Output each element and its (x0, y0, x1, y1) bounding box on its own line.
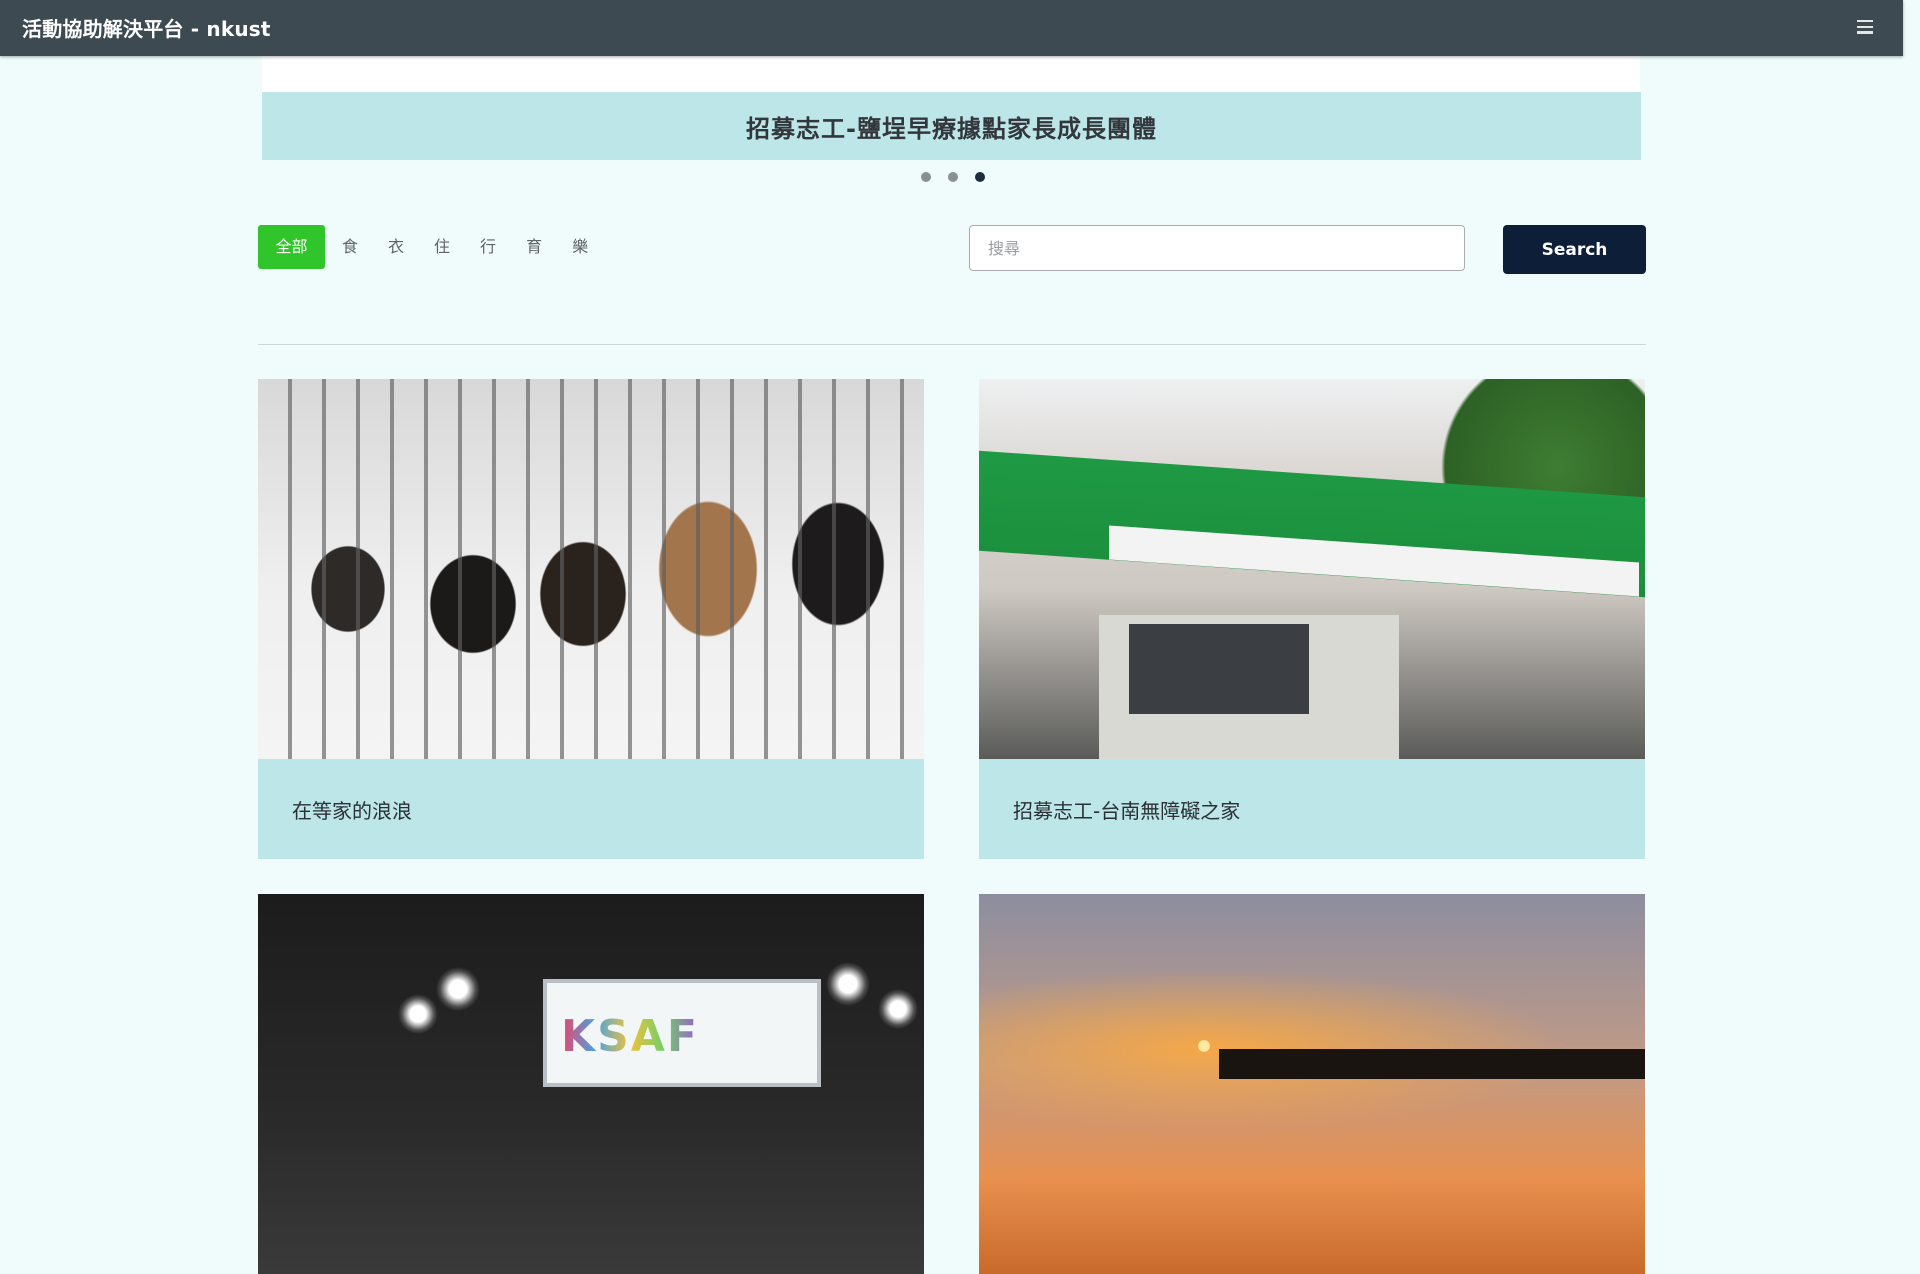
tab-housing[interactable]: 住 (419, 225, 465, 269)
tab-education[interactable]: 育 (511, 225, 557, 269)
card-image-stage: KSAF (258, 894, 924, 1274)
brand-title[interactable]: 活動協助解決平台 - nkust (22, 13, 271, 42)
card-body: 招募志工-台南無障礙之家 (979, 759, 1645, 859)
tab-all[interactable]: 全部 (258, 225, 325, 269)
search-input[interactable] (969, 225, 1465, 271)
search-button[interactable]: Search (1503, 225, 1646, 274)
tab-transport[interactable]: 行 (465, 225, 511, 269)
carousel-dot-3[interactable] (975, 172, 985, 182)
tab-food[interactable]: 食 (327, 225, 373, 269)
card-body: 在等家的浪浪 (258, 759, 924, 859)
activity-card[interactable]: 在等家的浪浪 (258, 379, 924, 859)
card-title: 招募志工-台南無障礙之家 (1013, 798, 1241, 823)
activity-card[interactable]: KSAF (258, 894, 924, 1274)
activity-card[interactable]: 招募志工-台南無障礙之家 (979, 379, 1645, 859)
card-title: 在等家的浪浪 (292, 798, 412, 823)
card-image-building (979, 379, 1645, 759)
activity-card[interactable] (979, 894, 1645, 1274)
card-image-puppies (258, 379, 924, 759)
carousel-caption-text: 招募志工-鹽埕早療據點家長成長團體 (746, 114, 1157, 143)
carousel-dot-2[interactable] (948, 172, 958, 182)
carousel-indicators (921, 172, 985, 182)
divider (258, 344, 1646, 345)
tab-clothing[interactable]: 衣 (373, 225, 419, 269)
card-image-sunset (979, 894, 1645, 1274)
navbar: 活動協助解決平台 - nkust (0, 0, 1903, 56)
tab-entertainment[interactable]: 樂 (557, 225, 603, 269)
carousel-dot-1[interactable] (921, 172, 931, 182)
category-tabs: 全部 食 衣 住 行 育 樂 (258, 225, 603, 269)
hamburger-menu-icon[interactable] (1857, 20, 1873, 34)
carousel-caption[interactable]: 招募志工-鹽埕早療據點家長成長團體 (262, 92, 1641, 160)
